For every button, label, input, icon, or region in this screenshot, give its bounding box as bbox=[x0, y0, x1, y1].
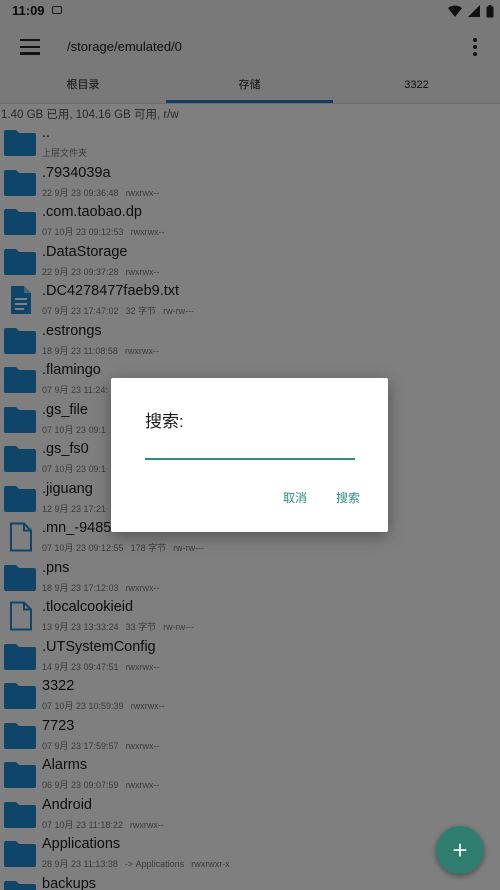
add-button[interactable]: + bbox=[436, 826, 484, 874]
cancel-button[interactable]: 取消 bbox=[283, 489, 307, 506]
search-dialog: 搜索: 取消 搜索 bbox=[111, 378, 388, 532]
dialog-title: 搜索: bbox=[145, 412, 184, 431]
search-input[interactable] bbox=[145, 436, 355, 460]
plus-icon: + bbox=[452, 835, 468, 865]
file-manager-screen: 11:09 /storage/emulated/0 根目录 存储 3322 1.… bbox=[0, 0, 500, 890]
search-button[interactable]: 搜索 bbox=[336, 489, 360, 506]
